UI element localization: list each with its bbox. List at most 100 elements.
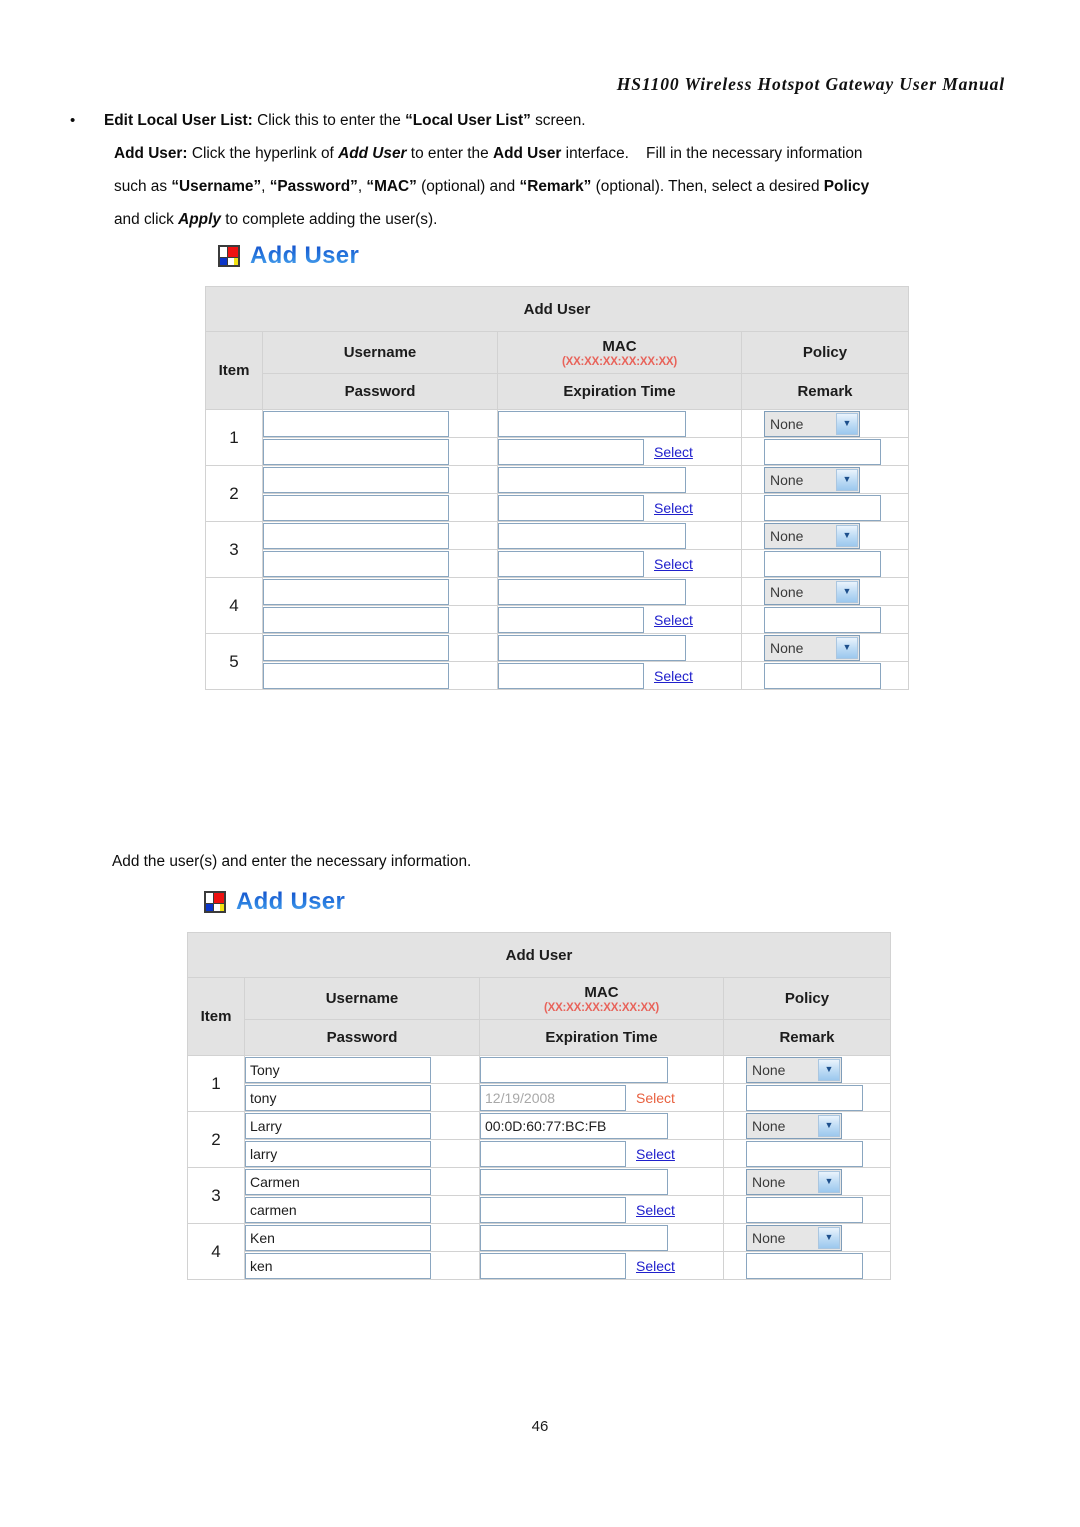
expiration-time-input[interactable]: [498, 438, 644, 465]
password-cell: larry: [244, 1139, 480, 1168]
remark-cell: [723, 1195, 891, 1224]
mac-input[interactable]: [480, 1056, 668, 1083]
remark-input[interactable]: [746, 1084, 863, 1111]
mac-input[interactable]: [498, 522, 686, 549]
username-input[interactable]: Carmen: [245, 1168, 431, 1195]
table-title: Add User: [187, 932, 891, 978]
select-date-link[interactable]: Select: [654, 556, 693, 572]
policy-dropdown[interactable]: None ▼: [764, 578, 860, 605]
policy-dropdown[interactable]: None ▼: [746, 1224, 842, 1251]
intro-line-3-text-a: such as: [114, 178, 172, 195]
mac-input[interactable]: [498, 410, 686, 437]
row-item-number: 4: [187, 1223, 245, 1280]
expiration-time-input[interactable]: [498, 606, 644, 633]
username-input[interactable]: Larry: [245, 1112, 431, 1139]
column-header-password: Password: [244, 1019, 480, 1056]
remark-input[interactable]: [746, 1140, 863, 1167]
mac-input[interactable]: 00:0D:60:77:BC:FB: [480, 1112, 668, 1139]
mac-input[interactable]: [498, 466, 686, 493]
policy-dropdown[interactable]: None ▼: [764, 466, 860, 493]
expiration-time-input[interactable]: [498, 550, 644, 577]
policy-dropdown[interactable]: None ▼: [764, 410, 860, 437]
policy-dropdown[interactable]: None ▼: [746, 1056, 842, 1083]
select-date-link[interactable]: Select: [636, 1146, 675, 1162]
password-input[interactable]: carmen: [245, 1196, 431, 1223]
policy-dropdown[interactable]: None ▼: [746, 1112, 842, 1139]
intro-line-2-text-b: to enter the: [406, 145, 493, 162]
username-input[interactable]: [263, 522, 449, 549]
mac-input[interactable]: [498, 634, 686, 661]
section-title-text: Add User: [250, 242, 360, 269]
remark-cell: [741, 661, 909, 690]
expiration-time-input[interactable]: [480, 1140, 626, 1167]
username-input[interactable]: [263, 634, 449, 661]
remark-input[interactable]: [764, 438, 881, 465]
password-input[interactable]: [263, 494, 449, 521]
chevron-down-icon: ▼: [818, 1226, 840, 1249]
policy-dropdown-value: None: [770, 639, 804, 656]
edit-local-user-list-label: Edit Local User List:: [104, 112, 253, 129]
table-header-row-1: Item Username MAC (XX:XX:XX:XX:XX:XX) Policy: [187, 977, 891, 1056]
remark-input[interactable]: [746, 1196, 863, 1223]
mac-input[interactable]: [498, 578, 686, 605]
password-input[interactable]: [263, 606, 449, 633]
username-input[interactable]: [263, 466, 449, 493]
mac-cell: [497, 465, 742, 494]
policy-dropdown[interactable]: None ▼: [764, 522, 860, 549]
remark-input[interactable]: [746, 1252, 863, 1279]
select-date-link[interactable]: Select: [636, 1202, 675, 1218]
document-header-title: HS1100 Wireless Hotspot Gateway User Man…: [616, 74, 1005, 94]
expiration-time-input[interactable]: [480, 1196, 626, 1223]
bullet-icon: •: [70, 112, 76, 129]
remark-input[interactable]: [764, 662, 881, 689]
expiration-time-input[interactable]: [498, 662, 644, 689]
select-date-link[interactable]: Select: [654, 668, 693, 684]
username-input[interactable]: [263, 578, 449, 605]
policy-dropdown[interactable]: None ▼: [746, 1168, 842, 1195]
password-cell: [262, 493, 498, 522]
policy-dropdown[interactable]: None ▼: [764, 634, 860, 661]
remark-input[interactable]: [764, 606, 881, 633]
username-cell: [262, 465, 498, 494]
chevron-down-icon: ▼: [836, 524, 858, 547]
remark-input[interactable]: [764, 550, 881, 577]
select-date-link[interactable]: Select: [636, 1258, 675, 1274]
username-input[interactable]: Ken: [245, 1224, 431, 1251]
table-row: Select: [206, 605, 909, 634]
mac-input[interactable]: [480, 1224, 668, 1251]
mac-cell: [479, 1055, 724, 1084]
password-cell: [262, 661, 498, 690]
select-date-link[interactable]: Select: [636, 1090, 675, 1106]
select-date-link[interactable]: Select: [654, 612, 693, 628]
password-input[interactable]: larry: [245, 1140, 431, 1167]
expiration-cell: Select: [497, 437, 742, 466]
expiration-cell: Select: [497, 493, 742, 522]
chevron-down-icon: ▼: [818, 1114, 840, 1137]
policy-cell: None ▼: [723, 1111, 891, 1140]
mac-input[interactable]: [480, 1168, 668, 1195]
table-row: larry Select: [188, 1139, 891, 1168]
expiration-cell: Select: [479, 1195, 724, 1224]
password-cell: ken: [244, 1251, 480, 1280]
policy-cell: None ▼: [741, 521, 909, 550]
table-row: 2 Larry 00:0D:60:77:BC:FB None ▼: [187, 1111, 891, 1168]
username-input[interactable]: Tony: [245, 1056, 431, 1083]
expiration-time-input[interactable]: [480, 1252, 626, 1279]
expiration-time-input[interactable]: 12/19/2008: [480, 1084, 626, 1111]
password-input[interactable]: [263, 550, 449, 577]
select-date-link[interactable]: Select: [654, 500, 693, 516]
select-date-link[interactable]: Select: [654, 444, 693, 460]
password-input[interactable]: [263, 438, 449, 465]
password-input[interactable]: tony: [245, 1084, 431, 1111]
table-row: Select: [206, 661, 909, 690]
expiration-time-input[interactable]: [498, 494, 644, 521]
username-input[interactable]: [263, 410, 449, 437]
password-input[interactable]: ken: [245, 1252, 431, 1279]
remark-input[interactable]: [764, 494, 881, 521]
page-number: 46: [531, 1418, 549, 1435]
table-row: tony 12/19/2008 Select: [188, 1083, 891, 1112]
password-input[interactable]: [263, 662, 449, 689]
section-heading-add-user-2: Add User: [204, 888, 345, 916]
policy-cell: None ▼: [741, 465, 909, 494]
table-row: 3 Carmen None ▼: [187, 1167, 891, 1224]
